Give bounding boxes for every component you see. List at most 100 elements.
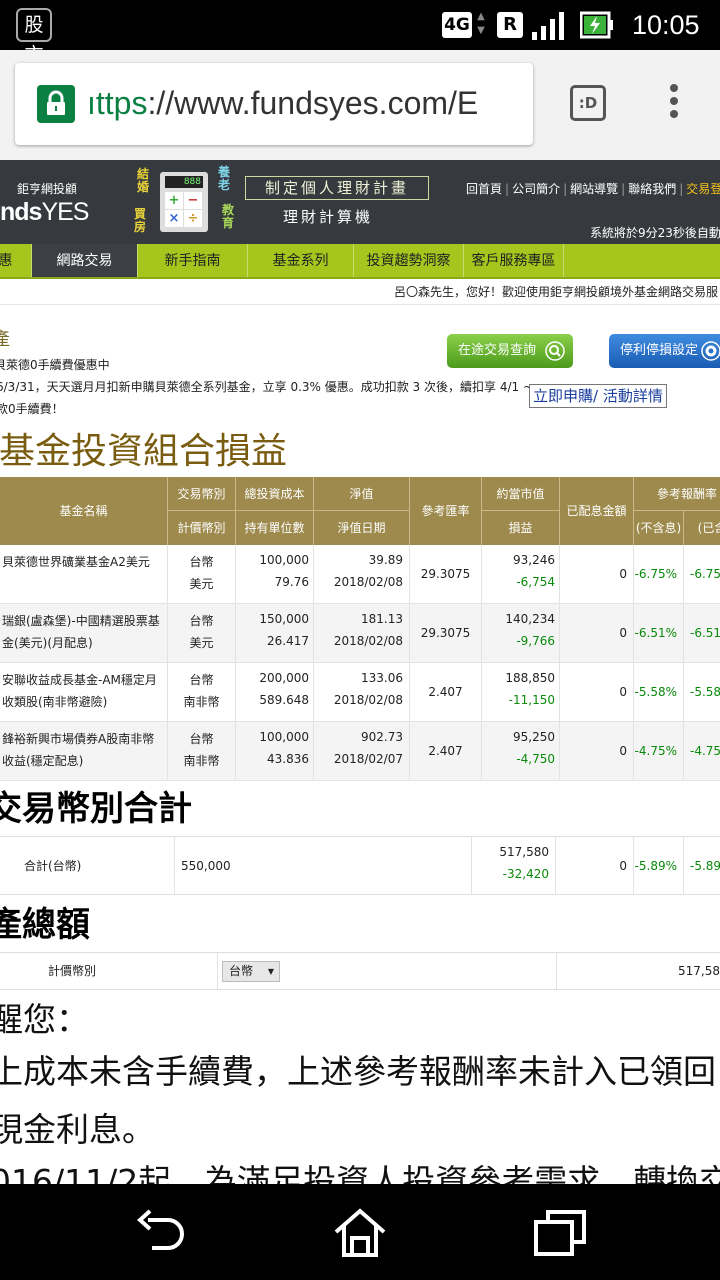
note-line: 上成本未含手續費，上述參考報酬率未計入已領回 (0, 1052, 716, 1091)
home-link[interactable]: 回首頁 (466, 182, 502, 196)
total-return-ex: -5.89% (634, 837, 684, 895)
nav-item-investment-insight[interactable]: 投資趨勢洞察 (354, 244, 464, 277)
nav-date: 2018/02/08 (333, 634, 403, 648)
market-value: 140,234 (505, 612, 555, 626)
nav-item-fund-series[interactable]: 基金系列 (248, 244, 354, 277)
url-text[interactable]: ıttps://www.fundsyes.com/E (87, 81, 478, 125)
currency-select[interactable]: 台幣 ▼ (222, 961, 280, 982)
logout-countdown: 系統將於9分23秒後自動登 (590, 226, 720, 240)
browser-toolbar: ıttps://www.fundsyes.com/E :D (0, 50, 720, 160)
cost: 150,000 (259, 612, 309, 626)
nav: 902.73 (361, 730, 403, 744)
nav-item-beginner-guide[interactable]: 新手指南 (138, 244, 248, 277)
sitemap-link[interactable]: 網站導覽 (570, 182, 618, 196)
price-ccy: 美元 (189, 636, 214, 650)
clock: 10:05 (632, 10, 700, 40)
promo-detail-link[interactable]: 立即申購/ 活動詳情 (529, 384, 667, 408)
header-nav: 淨值 (314, 477, 410, 511)
asset-total-row: 計價幣別 台幣 ▼ 517,58 (0, 952, 720, 990)
contact-link[interactable]: 聯絡我們 (628, 182, 676, 196)
company-link[interactable]: 公司簡介 (512, 182, 560, 196)
return-ex: -6.51% (634, 604, 684, 662)
market-value: 93,246 (513, 553, 555, 567)
return-in: -4.75 (690, 744, 720, 758)
promo-line: 款0手續費！ (0, 402, 64, 416)
overflow-menu-icon[interactable] (664, 84, 684, 124)
fx: 2.407 (410, 663, 482, 721)
table-row: 鋒裕新興市場債券A股南非幣 收益(穩定配息) 台幣 南非幣 100,000 43.83… (0, 722, 720, 781)
nav-date: 2018/02/08 (333, 575, 403, 589)
trade-ccy: 台幣 (189, 555, 214, 569)
stop-loss-settings-button[interactable]: 停利停損設定 (609, 334, 720, 368)
site-logo[interactable]: ndsYES (0, 198, 89, 227)
fund-name-cont[interactable]: 收類股(南非幣避險) (0, 693, 167, 710)
price-ccy-label: 計價幣別 (0, 953, 218, 989)
back-icon[interactable] (134, 1208, 188, 1256)
fx: 2.407 (410, 722, 482, 780)
asset-total-heading: 產總額 (0, 905, 90, 945)
fund-name[interactable]: 貝萊德世界礦業基金A2美元 (0, 553, 167, 570)
chevron-down-icon: ▼ (267, 967, 274, 976)
address-bar[interactable]: ıttps://www.fundsyes.com/E (15, 63, 533, 145)
lock-icon[interactable] (37, 85, 75, 123)
fund-name[interactable]: 瑞銀(盧森堡)-中國精選股票基 (0, 612, 167, 629)
gear-icon (701, 341, 720, 361)
header-cost: 總投資成本 (236, 477, 314, 511)
welcome-message: 呂〇森先生，您好！歡迎使用鉅亨網投顧境外基金網路交易服 (0, 283, 720, 305)
header-return-in: (已含 (697, 521, 720, 535)
return-ex: -4.75% (634, 722, 684, 780)
nav-item-customer-service[interactable]: 客戶服務專區 (464, 244, 564, 277)
price-ccy: 南非幣 (183, 695, 220, 709)
header-fx: 參考匯率 (410, 477, 482, 545)
header-dividend: 已配息金額 (560, 477, 634, 545)
header-pnl: 損益 (482, 511, 560, 545)
fund-name[interactable]: 安聯收益成長基金-AM穩定月 (0, 671, 167, 688)
tab-switcher-button[interactable]: :D (570, 85, 606, 121)
cost: 200,000 (259, 671, 309, 685)
transit-query-button[interactable]: 在途交易查詢 (447, 334, 573, 368)
header-nav-date: 淨值日期 (314, 511, 410, 545)
financial-calculator-link[interactable]: 理財計算機 (283, 206, 373, 227)
note-line: 醒您： (0, 1000, 89, 1039)
header-trade-ccy: 交易幣別 (168, 477, 236, 511)
recent-apps-icon[interactable] (532, 1208, 590, 1258)
data-activity-icon: ▲ ▼ (477, 11, 485, 36)
financial-plan-link[interactable]: 制定個人理財計畫 (245, 176, 429, 200)
site-header: 鉅亨網投顧 ndsYES 結婚 買房 888 + − × ÷ 養老 教育 制定個人理財… (0, 160, 720, 244)
logo-subtitle: 鉅亨網投顧 (17, 182, 78, 196)
pnl: -4,750 (516, 752, 555, 766)
fund-name-cont[interactable]: 收益(穩定配息) (0, 752, 167, 769)
units: 79.76 (274, 575, 309, 589)
battery-charging-icon (580, 11, 613, 39)
header-units: 持有單位數 (236, 511, 314, 545)
table-row: 安聯收益成長基金-AM穩定月 收類股(南非幣避險) 台幣 南非幣 200,000 58… (0, 663, 720, 722)
trade-ccy: 台幣 (189, 732, 214, 746)
dividend: 0 (560, 722, 634, 780)
fund-name[interactable]: 鋒裕新興市場債券A股南非幣 (0, 730, 167, 747)
decoration-text: 教育 (222, 203, 235, 230)
return-in: -6.75 (690, 567, 720, 581)
return-in: -6.51 (690, 626, 720, 640)
cost: 100,000 (259, 553, 309, 567)
dividend: 0 (560, 604, 634, 662)
pnl: -9,766 (516, 634, 555, 648)
nav-item-promo[interactable]: 惠 (0, 244, 32, 277)
units: 26.417 (267, 634, 309, 648)
nav: 181.13 (361, 612, 403, 626)
fx: 29.3075 (410, 604, 482, 662)
main-nav: 惠 網路交易 新手指南 基金系列 投資趨勢洞察 客戶服務專區 (0, 244, 720, 279)
trade-login-link[interactable]: 交易登 (686, 182, 720, 196)
cost: 100,000 (259, 730, 309, 744)
fund-name-cont[interactable]: 金(美元)(月配息) (0, 634, 167, 651)
home-icon[interactable] (332, 1208, 388, 1258)
signal-icon (532, 12, 564, 40)
table-row: 貝萊德世界礦業基金A2美元 台幣 美元 100,000 79.76 39.89 201… (0, 545, 720, 604)
network-type-icon: 4G (442, 12, 472, 38)
nav: 133.06 (361, 671, 403, 685)
price-ccy: 美元 (189, 577, 214, 591)
nav-item-online-trading[interactable]: 網路交易 (32, 244, 138, 277)
total-return-in: -5.89 (690, 859, 720, 873)
header-fund-name: 基金名稱 (0, 477, 168, 545)
dividend: 0 (560, 663, 634, 721)
units: 589.648 (259, 693, 309, 707)
